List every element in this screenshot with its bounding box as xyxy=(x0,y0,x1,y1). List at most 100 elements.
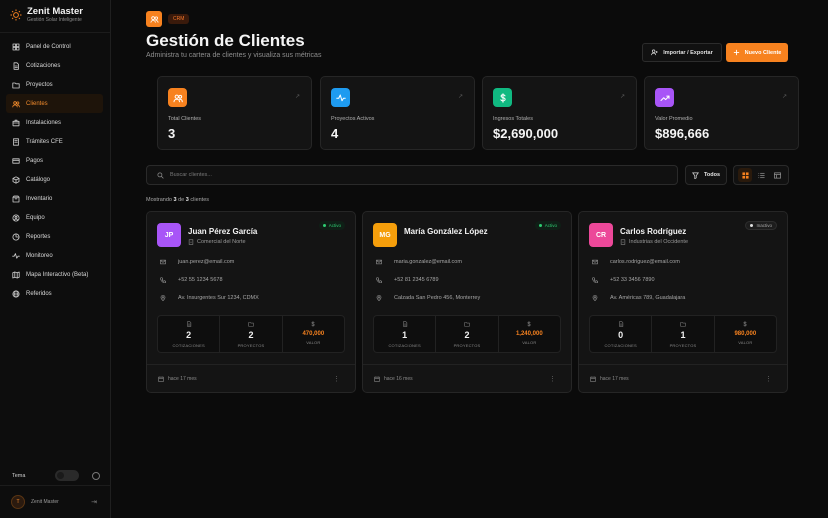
status-badge: Activo xyxy=(534,221,561,230)
sidebar-item-label: Catálogo xyxy=(26,176,51,183)
client-card[interactable]: JP Juan Pérez García Comercial del Norte Ac… xyxy=(146,211,356,393)
sidebar-item-pagos[interactable]: Pagos xyxy=(6,151,103,170)
mail-icon xyxy=(592,259,598,265)
client-address: Av. Insurgentes Sur 1234, CDMX xyxy=(160,295,259,301)
sidebar-item-tramites-cfe[interactable]: Trámites CFE xyxy=(6,132,103,151)
activity-icon xyxy=(331,88,350,107)
client-card[interactable]: MG María González López Activo maria.gonzal… xyxy=(362,211,572,393)
view-switcher xyxy=(733,165,789,185)
theme-toggle[interactable] xyxy=(55,470,80,481)
sidebar-item-label: Pagos xyxy=(26,157,44,164)
metric-value: 470,000 VALOR xyxy=(283,316,344,352)
stat-card[interactable]: ↗ Total Clientes 3 xyxy=(157,76,312,150)
import-export-button[interactable]: Importar / Exportar xyxy=(642,43,722,62)
metric-projects: 2 PROYECTOS xyxy=(436,316,499,352)
client-card[interactable]: CR Carlos Rodríguez Industrias del Occiden… xyxy=(578,211,788,393)
mail-icon xyxy=(376,259,382,265)
sidebar-item-label: Panel de Control xyxy=(26,43,71,50)
status-filter-button[interactable]: Todos xyxy=(685,165,727,185)
results-shown: 3 xyxy=(173,197,177,203)
users-icon xyxy=(168,88,187,107)
client-phone[interactable]: +52 33 3456 7890 xyxy=(592,277,655,283)
client-email[interactable]: maria.gonzalez@email.com xyxy=(376,259,462,265)
sidebar-item-equipo[interactable]: Equipo xyxy=(6,208,103,227)
phone-text: +52 33 3456 7890 xyxy=(610,277,655,283)
file-icon xyxy=(618,321,624,327)
client-phone[interactable]: +52 81 2345 6789 xyxy=(376,277,439,283)
projects-value: 2 xyxy=(248,330,254,340)
map-icon xyxy=(12,271,20,279)
sidebar-item-mapa-interactivo-beta[interactable]: Mapa Interactivo (Beta) xyxy=(6,265,103,284)
projects-label: PROYECTOS xyxy=(453,343,481,348)
more-options-icon[interactable]: ⋮ xyxy=(549,376,556,383)
metric-value: 1,240,000 VALOR xyxy=(499,316,560,352)
new-client-button[interactable]: Nuevo Cliente xyxy=(726,43,788,62)
results-count: Mostrando 3 de 3 clientes xyxy=(146,197,209,203)
brand-title: Zenit Master xyxy=(27,6,83,17)
building-icon xyxy=(188,239,194,245)
results-middle: de xyxy=(178,197,185,203)
client-email[interactable]: carlos.rodriguez@email.com xyxy=(592,259,680,265)
value-label: VALOR xyxy=(306,340,321,345)
brand: Zenit Master Gestión Solar Inteligente xyxy=(0,0,110,30)
sidebar-item-instalaciones[interactable]: Instalaciones xyxy=(6,113,103,132)
users-icon xyxy=(146,11,162,27)
client-phone[interactable]: +52 55 1234 5678 xyxy=(160,277,223,283)
sidebar-item-label: Mapa Interactivo (Beta) xyxy=(26,271,89,278)
projects-value: 2 xyxy=(464,330,470,340)
email-text: carlos.rodriguez@email.com xyxy=(610,259,680,265)
sidebar-item-inventario[interactable]: Inventario xyxy=(6,189,103,208)
sidebar-item-monitoreo[interactable]: Monitoreo xyxy=(6,246,103,265)
chart-icon xyxy=(12,233,20,241)
sidebar-item-clientes[interactable]: Clientes xyxy=(6,94,103,113)
sidebar-item-cotizaciones[interactable]: Cotizaciones xyxy=(6,56,103,75)
document-icon xyxy=(12,137,20,146)
sidebar-item-panel-de-control[interactable]: Panel de Control xyxy=(6,37,103,56)
list-view-button[interactable] xyxy=(754,168,768,182)
phone-icon xyxy=(160,277,166,283)
phone-icon xyxy=(376,277,382,283)
sidebar-item-label: Cotizaciones xyxy=(26,62,61,69)
table-view-button[interactable] xyxy=(770,168,784,182)
user-name: Zenit Master xyxy=(31,499,59,505)
address-text: Av. Américas 789, Guadalajara xyxy=(610,295,686,301)
stat-value: $896,666 xyxy=(655,126,710,141)
stat-value: 4 xyxy=(331,126,339,141)
client-address: Calzada San Pedro 456, Monterrey xyxy=(376,295,480,301)
sidebar-item-proyectos[interactable]: Proyectos xyxy=(6,75,103,94)
status-label: Activo xyxy=(328,223,341,228)
sidebar-item-label: Instalaciones xyxy=(26,119,62,126)
value-label: VALOR xyxy=(522,340,537,345)
sidebar-item-label: Trámites CFE xyxy=(26,138,63,145)
page-subtitle: Administra tu cartera de clientes y visu… xyxy=(146,52,322,59)
search-field[interactable]: Buscar clientes... xyxy=(146,165,678,185)
more-options-icon[interactable]: ⋮ xyxy=(765,376,772,383)
metric-value: 980,000 VALOR xyxy=(715,316,776,352)
calendar-icon xyxy=(158,376,164,382)
calendar-icon xyxy=(374,376,380,382)
sidebar: Zenit Master Gestión Solar Inteligente P… xyxy=(0,0,111,518)
more-options-icon[interactable]: ⋮ xyxy=(333,376,340,383)
client-since: hace 17 mes xyxy=(168,376,197,382)
grid-icon xyxy=(741,171,749,179)
status-badge: Inactivo xyxy=(745,221,777,230)
phone-icon xyxy=(592,277,598,283)
client-email[interactable]: juan.perez@email.com xyxy=(160,259,234,265)
sidebar-item-label: Monitoreo xyxy=(26,252,53,259)
stat-label: Total Clientes xyxy=(168,116,202,122)
folder-icon xyxy=(464,321,470,327)
metric-quotes: 1 COTIZACIONES xyxy=(374,316,437,352)
theme-icon[interactable] xyxy=(92,471,100,480)
stat-card[interactable]: ↗ Proyectos Activos 4 xyxy=(320,76,475,150)
collapse-sidebar-icon[interactable]: ⇥ xyxy=(91,498,97,506)
grid-view-button[interactable] xyxy=(738,168,752,182)
stat-card[interactable]: ↗ Valor Promedio $896,666 xyxy=(644,76,799,150)
sidebar-item-catalogo[interactable]: Catálogo xyxy=(6,170,103,189)
client-avatar: MG xyxy=(373,223,397,247)
stat-card[interactable]: ↗ Ingresos Totales $2,690,000 xyxy=(482,76,637,150)
sidebar-item-reportes[interactable]: Reportes xyxy=(6,227,103,246)
sidebar-item-referidos[interactable]: Referidos xyxy=(6,284,103,303)
avatar: T xyxy=(11,495,25,509)
sidebar-item-label: Clientes xyxy=(26,100,48,107)
user-row[interactable]: T Zenit Master ⇥ xyxy=(0,485,110,518)
